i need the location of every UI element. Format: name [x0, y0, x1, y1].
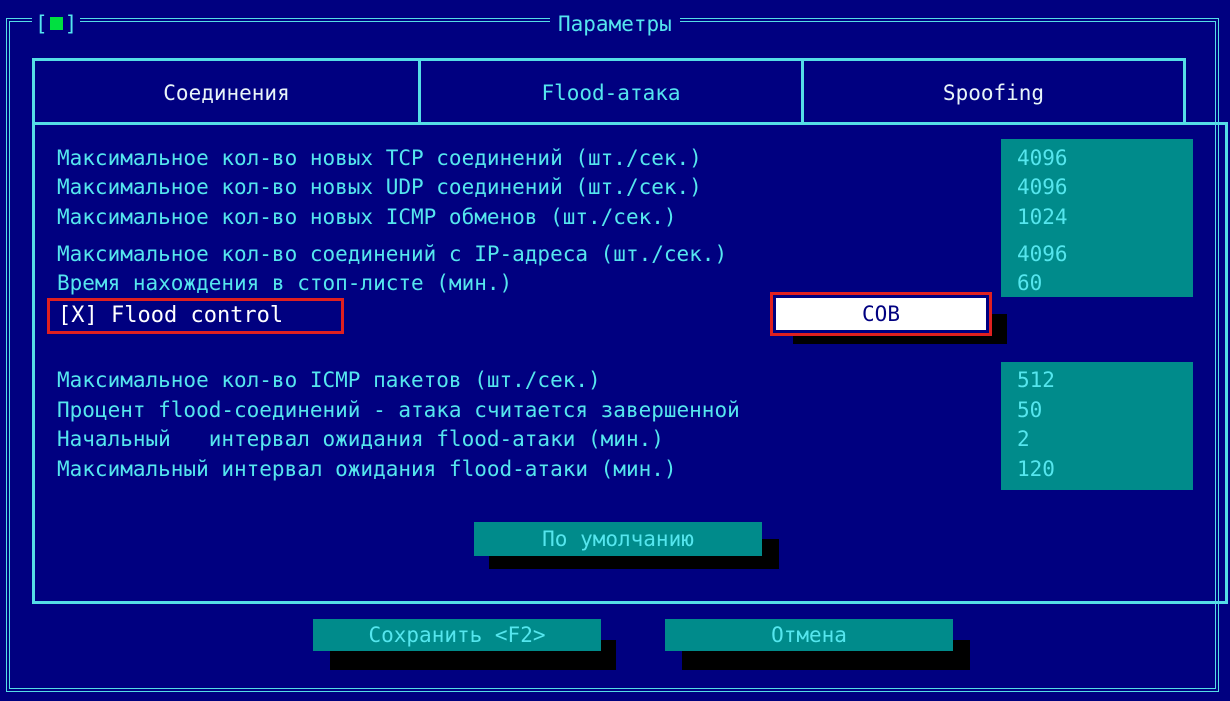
- close-bracket-right: ]: [64, 12, 78, 36]
- tab-connections[interactable]: Соединения: [32, 58, 421, 124]
- field-max-interval[interactable]: 120: [1001, 456, 1193, 482]
- label-initial-interval: Начальный интервал ожидания flood-атаки …: [57, 427, 664, 451]
- default-button[interactable]: По умолчанию: [474, 522, 762, 556]
- field-initial-interval[interactable]: 2: [1001, 426, 1193, 452]
- screen: [] Параметры Соединения Flood-атака Spoo…: [0, 0, 1230, 701]
- field-max-udp[interactable]: 4096: [1001, 174, 1193, 200]
- close-box[interactable]: []: [32, 12, 81, 36]
- label-stoplist-time: Время нахождения в стоп-листе (мин.): [57, 271, 513, 295]
- field-stoplist-time[interactable]: 60: [1001, 270, 1193, 296]
- flood-control-checkbox[interactable]: [X] Flood control: [47, 298, 344, 334]
- cancel-button[interactable]: Отмена: [665, 619, 953, 651]
- sov-field-value[interactable]: СОВ: [776, 298, 986, 330]
- label-max-conn-per-ip: Максимальное кол-во соединений с IP-адре…: [57, 242, 728, 266]
- field-max-icmp-packets[interactable]: 512: [1001, 367, 1193, 393]
- label-flood-percent: Процент flood-соединений - атака считает…: [57, 398, 740, 422]
- save-button[interactable]: Сохранить <F2>: [313, 619, 601, 651]
- label-max-interval: Максимальный интервал ожидания flood-ата…: [57, 457, 677, 481]
- field-max-tcp[interactable]: 4096: [1001, 145, 1193, 171]
- label-max-icmp-packets: Максимальное кол-во ICMP пакетов (шт./се…: [57, 368, 601, 392]
- window-title: Параметры: [550, 12, 680, 36]
- tab-spoofing[interactable]: Spoofing: [801, 58, 1186, 124]
- field-max-conn-per-ip[interactable]: 4096: [1001, 241, 1193, 267]
- field-flood-percent[interactable]: 50: [1001, 397, 1193, 423]
- close-bracket-left: [: [35, 12, 48, 36]
- label-max-tcp: Максимальное кол-во новых TCP соединений…: [57, 146, 702, 170]
- sov-field[interactable]: СОВ: [770, 292, 992, 336]
- label-max-udp: Максимальное кол-во новых UDP соединений…: [57, 175, 702, 199]
- label-max-icmp-exchanges: Максимальное кол-во новых ICMP обменов (…: [57, 205, 677, 229]
- tab-flood-attack[interactable]: Flood-атака: [418, 58, 804, 124]
- field-max-icmp-exchanges[interactable]: 1024: [1001, 204, 1193, 230]
- close-icon[interactable]: [49, 17, 63, 30]
